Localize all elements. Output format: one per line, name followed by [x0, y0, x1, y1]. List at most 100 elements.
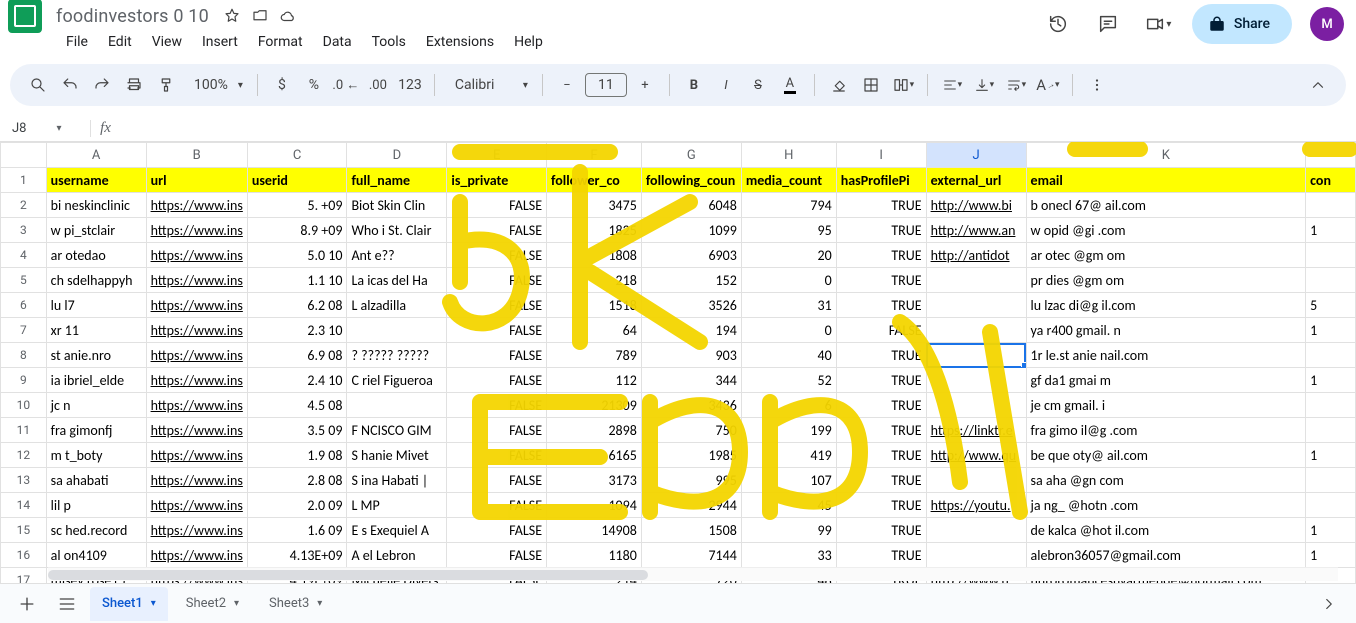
share-button[interactable]: Share	[1192, 4, 1292, 44]
cell-C12[interactable]: 1.9 08	[247, 443, 347, 468]
menu-format[interactable]: Format	[248, 30, 313, 56]
cell-A1[interactable]: username	[46, 168, 146, 193]
cell-L16[interactable]: 1	[1306, 543, 1356, 568]
cell-A14[interactable]: lil p	[46, 493, 146, 518]
cell-L6[interactable]: 5	[1306, 293, 1356, 318]
cell-D15[interactable]: E s Exequiel A	[347, 518, 447, 543]
merge-button[interactable]: ▾	[889, 71, 917, 99]
cell-D9[interactable]: C riel Figueroa	[347, 368, 447, 393]
row-header-6[interactable]: 6	[1, 293, 47, 318]
cell-J11[interactable]: https://linktr.e	[926, 418, 1026, 443]
collapse-toolbar-icon[interactable]	[1304, 71, 1332, 99]
cell-J1[interactable]: external_url	[926, 168, 1026, 193]
cell-G8[interactable]: 903	[641, 343, 741, 368]
cell-J14[interactable]: https://youtu.	[926, 493, 1026, 518]
col-L[interactable]	[1306, 143, 1356, 168]
fill-color-button[interactable]	[825, 71, 853, 99]
cell-A8[interactable]: st anie.nro	[46, 343, 146, 368]
cell-J5[interactable]	[926, 268, 1026, 293]
cell-I3[interactable]: TRUE	[836, 218, 926, 243]
cell-B4[interactable]: https://www.ins	[146, 243, 247, 268]
col-C[interactable]: C	[247, 143, 347, 168]
menu-data[interactable]: Data	[313, 30, 362, 56]
cell-J16[interactable]	[926, 543, 1026, 568]
cell-B8[interactable]: https://www.ins	[146, 343, 247, 368]
cell-K8[interactable]: 1r le.st anie nail.com	[1026, 343, 1306, 368]
zoom-select[interactable]: 100%▾	[184, 77, 247, 93]
cell-K11[interactable]: fra gimo il@g .com	[1026, 418, 1306, 443]
col-G[interactable]: G	[641, 143, 741, 168]
cell-D12[interactable]: S hanie Mivet	[347, 443, 447, 468]
col-B[interactable]: B	[146, 143, 247, 168]
cell-H2[interactable]: 794	[741, 193, 836, 218]
cell-D10[interactable]	[347, 393, 447, 418]
row-header-3[interactable]: 3	[1, 218, 47, 243]
cell-I5[interactable]: TRUE	[836, 268, 926, 293]
cell-C1[interactable]: userid	[247, 168, 347, 193]
bold-button[interactable]: B	[680, 71, 708, 99]
cell-I11[interactable]: TRUE	[836, 418, 926, 443]
cell-F8[interactable]: 789	[547, 343, 642, 368]
cell-D11[interactable]: F NCISCO GIM	[347, 418, 447, 443]
valign-button[interactable]: ▾	[970, 71, 998, 99]
cell-E13[interactable]: FALSE	[447, 468, 547, 493]
cell-A2[interactable]: bi neskinclinic	[46, 193, 146, 218]
cell-A10[interactable]: jc n	[46, 393, 146, 418]
cell-H12[interactable]: 419	[741, 443, 836, 468]
cell-G10[interactable]: 3436	[641, 393, 741, 418]
formula-bar[interactable]	[120, 116, 1356, 141]
row-header-12[interactable]: 12	[1, 443, 47, 468]
cell-L1[interactable]: con	[1306, 168, 1356, 193]
wrap-button[interactable]: ▾	[1002, 71, 1030, 99]
cell-F5[interactable]: 218	[547, 268, 642, 293]
cell-J13[interactable]	[926, 468, 1026, 493]
number-format-button[interactable]: 123	[396, 71, 424, 99]
row-header-8[interactable]: 8	[1, 343, 47, 368]
cell-D8[interactable]: ? ????? ?????	[347, 343, 447, 368]
cell-C14[interactable]: 2.0 09	[247, 493, 347, 518]
cell-F1[interactable]: follower_co	[547, 168, 642, 193]
cell-D7[interactable]	[347, 318, 447, 343]
cell-H13[interactable]: 107	[741, 468, 836, 493]
cell-E16[interactable]: FALSE	[447, 543, 547, 568]
cell-K4[interactable]: ar otec @gm om	[1026, 243, 1306, 268]
cell-A16[interactable]: al on4109	[46, 543, 146, 568]
comment-icon[interactable]	[1092, 8, 1124, 40]
menu-extensions[interactable]: Extensions	[416, 30, 504, 56]
cell-C7[interactable]: 2.3 10	[247, 318, 347, 343]
cell-I4[interactable]: TRUE	[836, 243, 926, 268]
row-header-11[interactable]: 11	[1, 418, 47, 443]
cell-J6[interactable]	[926, 293, 1026, 318]
italic-button[interactable]: I	[712, 71, 740, 99]
cell-A9[interactable]: ia ibriel_elde	[46, 368, 146, 393]
cell-D4[interactable]: Ant e??	[347, 243, 447, 268]
cell-E1[interactable]: is_private	[447, 168, 547, 193]
cell-J2[interactable]: http://www.bi	[926, 193, 1026, 218]
cell-B2[interactable]: https://www.ins	[146, 193, 247, 218]
row-header-9[interactable]: 9	[1, 368, 47, 393]
cell-B11[interactable]: https://www.ins	[146, 418, 247, 443]
col-H[interactable]: H	[741, 143, 836, 168]
history-icon[interactable]	[1042, 8, 1074, 40]
cell-A11[interactable]: fra gimonfj	[46, 418, 146, 443]
row-header-10[interactable]: 10	[1, 393, 47, 418]
col-E[interactable]: E	[447, 143, 547, 168]
cell-J7[interactable]	[926, 318, 1026, 343]
cell-A13[interactable]: sa ahabati	[46, 468, 146, 493]
cell-I12[interactable]: TRUE	[836, 443, 926, 468]
increase-decimal-icon[interactable]: .00	[364, 71, 392, 99]
row-header-7[interactable]: 7	[1, 318, 47, 343]
cell-D14[interactable]: L MP	[347, 493, 447, 518]
percent-button[interactable]: %	[300, 71, 328, 99]
row-header-13[interactable]: 13	[1, 468, 47, 493]
cell-H15[interactable]: 99	[741, 518, 836, 543]
row-header-2[interactable]: 2	[1, 193, 47, 218]
cell-K7[interactable]: ya r400 gmail. n	[1026, 318, 1306, 343]
paint-format-icon[interactable]	[152, 71, 180, 99]
cell-D2[interactable]: Biot Skin Clin	[347, 193, 447, 218]
cell-J8[interactable]	[926, 343, 1026, 368]
spreadsheet-grid[interactable]: A B C D E F G H I J K 1usernameurluserid…	[0, 142, 1356, 593]
cell-F2[interactable]: 3475	[547, 193, 642, 218]
cell-G13[interactable]: 995	[641, 468, 741, 493]
row-header-4[interactable]: 4	[1, 243, 47, 268]
